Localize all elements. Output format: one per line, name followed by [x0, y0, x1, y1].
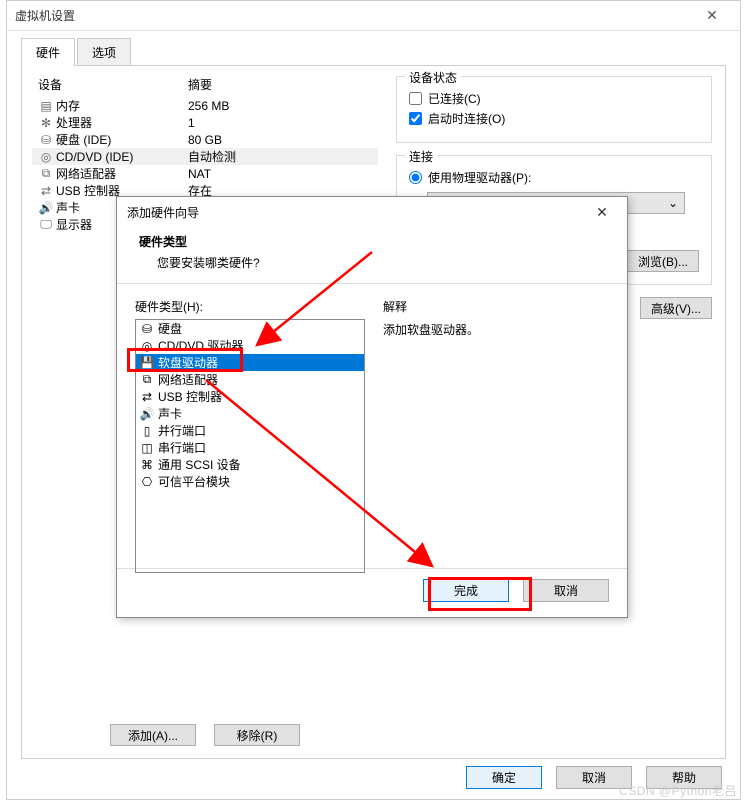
- use-physical-input[interactable]: [409, 171, 422, 184]
- wizard-header: 硬件类型 您要安装哪类硬件?: [117, 227, 627, 283]
- device-row[interactable]: ⛁硬盘 (IDE)80 GB: [32, 131, 378, 148]
- advanced-button[interactable]: 高级(V)...: [640, 297, 712, 319]
- tpm-icon: ⎔: [140, 475, 154, 489]
- cd-icon: ◎: [38, 150, 54, 164]
- device-row[interactable]: ⧉网络适配器NAT: [32, 165, 378, 182]
- hardware-type-item[interactable]: ⛁ 硬盘: [136, 320, 364, 337]
- sound-icon: 🔊: [38, 201, 54, 215]
- device-label: 网络适配器: [54, 165, 188, 182]
- add-button[interactable]: 添加(A)...: [110, 724, 196, 746]
- hardware-type-label: 可信平台模块: [158, 473, 230, 490]
- device-label: 内存: [54, 97, 188, 114]
- explain-text: 添加软盘驱动器。: [383, 321, 609, 338]
- main-title: 虚拟机设置: [15, 7, 692, 24]
- wizard-body: 硬件类型(H): ⛁ 硬盘 ◎ CD/DVD 驱动器 💾 软盘驱动器 ⧉ 网络适配器 ⇄ USB …: [117, 284, 627, 568]
- connected-input[interactable]: [409, 92, 422, 105]
- group-status-title: 设备状态: [405, 69, 461, 86]
- group-conn-title: 连接: [405, 148, 437, 165]
- hardware-type-label: 并行端口: [158, 422, 206, 439]
- display-icon: 🖵: [38, 217, 54, 232]
- wizard-title: 添加硬件向导: [127, 204, 587, 221]
- device-summary: 自动检测: [188, 148, 372, 165]
- hardware-type-item[interactable]: 💾 软盘驱动器: [136, 354, 364, 371]
- device-row[interactable]: ◎CD/DVD (IDE)自动检测: [32, 148, 378, 165]
- hardware-type-label: 声卡: [158, 405, 182, 422]
- device-label: CD/DVD (IDE): [54, 150, 188, 164]
- device-list-header: 设备 摘要: [32, 76, 378, 97]
- explain-label: 解释: [383, 298, 609, 315]
- hardware-type-item[interactable]: ◫ 串行端口: [136, 439, 364, 456]
- hardware-type-list[interactable]: ⛁ 硬盘 ◎ CD/DVD 驱动器 💾 软盘驱动器 ⧉ 网络适配器 ⇄ USB 控制器 🔊 声卡 ▯ 并行…: [135, 319, 365, 573]
- main-titlebar: 虚拟机设置 ✕: [7, 1, 740, 31]
- usb-icon: ⇄: [38, 184, 54, 198]
- group-device-status: 设备状态 已连接(C) 启动时连接(O): [396, 76, 712, 143]
- device-row[interactable]: ▤内存256 MB: [32, 97, 378, 114]
- tab-hardware[interactable]: 硬件: [21, 38, 75, 66]
- hardware-type-item[interactable]: ⧉ 网络适配器: [136, 371, 364, 388]
- disk-icon: ⛁: [38, 133, 54, 147]
- ok-button[interactable]: 确定: [466, 766, 542, 789]
- connected-label: 已连接(C): [428, 90, 481, 107]
- remove-button[interactable]: 移除(R): [214, 724, 300, 746]
- use-physical-radio[interactable]: 使用物理驱动器(P):: [409, 169, 699, 186]
- hardware-type-label: 通用 SCSI 设备: [158, 456, 241, 473]
- hardware-type-item[interactable]: 🔊 声卡: [136, 405, 364, 422]
- connect-on-start-input[interactable]: [409, 112, 422, 125]
- hardware-type-label: 硬盘: [158, 320, 182, 337]
- hardware-type-label: 软盘驱动器: [158, 354, 218, 371]
- hardware-type-item[interactable]: ⇄ USB 控制器: [136, 388, 364, 405]
- sound-icon: 🔊: [140, 407, 154, 421]
- wizard-subheading: 您要安装哪类硬件?: [139, 254, 605, 271]
- scsi-icon: ⌘: [140, 458, 154, 472]
- connect-on-start-label: 启动时连接(O): [428, 110, 505, 127]
- disk-icon: ⛁: [140, 322, 154, 336]
- watermark: CSDN @Python老吕: [619, 782, 737, 799]
- browse-button[interactable]: 浏览(B)...: [627, 250, 699, 272]
- device-summary: NAT: [188, 167, 372, 181]
- main-close-button[interactable]: ✕: [692, 7, 732, 24]
- use-physical-label: 使用物理驱动器(P):: [428, 169, 531, 186]
- device-summary: 256 MB: [188, 99, 372, 113]
- col-device: 设备: [38, 76, 188, 93]
- device-buttons: 添加(A)... 移除(R): [32, 724, 378, 746]
- finish-button[interactable]: 完成: [423, 579, 509, 602]
- wizard-titlebar: 添加硬件向导 ✕: [117, 197, 627, 227]
- hardware-type-label: 网络适配器: [158, 371, 218, 388]
- wizard-close-button[interactable]: ✕: [587, 204, 617, 221]
- hardware-type-item[interactable]: ⌘ 通用 SCSI 设备: [136, 456, 364, 473]
- serial-icon: ◫: [140, 441, 154, 455]
- wizard-list-label: 硬件类型(H):: [135, 298, 365, 315]
- hardware-type-item[interactable]: ◎ CD/DVD 驱动器: [136, 337, 364, 354]
- net-icon: ⧉: [140, 372, 154, 387]
- net-icon: ⧉: [38, 166, 54, 181]
- hardware-type-label: CD/DVD 驱动器: [158, 337, 243, 354]
- chevron-down-icon: ⌄: [668, 196, 678, 210]
- floppy-icon: 💾: [140, 356, 154, 370]
- device-summary: 1: [188, 116, 372, 130]
- wizard-right: 解释 添加软盘驱动器。: [383, 298, 609, 568]
- device-label: 处理器: [54, 114, 188, 131]
- hardware-type-item[interactable]: ▯ 并行端口: [136, 422, 364, 439]
- cpu-icon: ✻: [38, 116, 54, 130]
- device-summary: 80 GB: [188, 133, 372, 147]
- parallel-icon: ▯: [140, 424, 154, 438]
- memory-icon: ▤: [38, 99, 54, 113]
- wizard-heading: 硬件类型: [139, 233, 605, 250]
- usb-icon: ⇄: [140, 390, 154, 404]
- cd-icon: ◎: [140, 339, 154, 353]
- device-row[interactable]: ✻处理器1: [32, 114, 378, 131]
- wizard-cancel-button[interactable]: 取消: [523, 579, 609, 602]
- col-summary: 摘要: [188, 76, 212, 93]
- wizard-left: 硬件类型(H): ⛁ 硬盘 ◎ CD/DVD 驱动器 💾 软盘驱动器 ⧉ 网络适配器 ⇄ USB …: [135, 298, 365, 568]
- hardware-type-item[interactable]: ⎔ 可信平台模块: [136, 473, 364, 490]
- hardware-type-label: USB 控制器: [158, 388, 222, 405]
- add-hardware-wizard: 添加硬件向导 ✕ 硬件类型 您要安装哪类硬件? 硬件类型(H): ⛁ 硬盘 ◎ CD/…: [116, 196, 628, 618]
- device-label: 硬盘 (IDE): [54, 131, 188, 148]
- connect-on-start-checkbox[interactable]: 启动时连接(O): [409, 110, 699, 127]
- tab-options[interactable]: 选项: [77, 38, 131, 66]
- connected-checkbox[interactable]: 已连接(C): [409, 90, 699, 107]
- tabs: 硬件 选项: [7, 31, 740, 65]
- hardware-type-label: 串行端口: [158, 439, 206, 456]
- wizard-footer: 完成 取消: [117, 568, 627, 612]
